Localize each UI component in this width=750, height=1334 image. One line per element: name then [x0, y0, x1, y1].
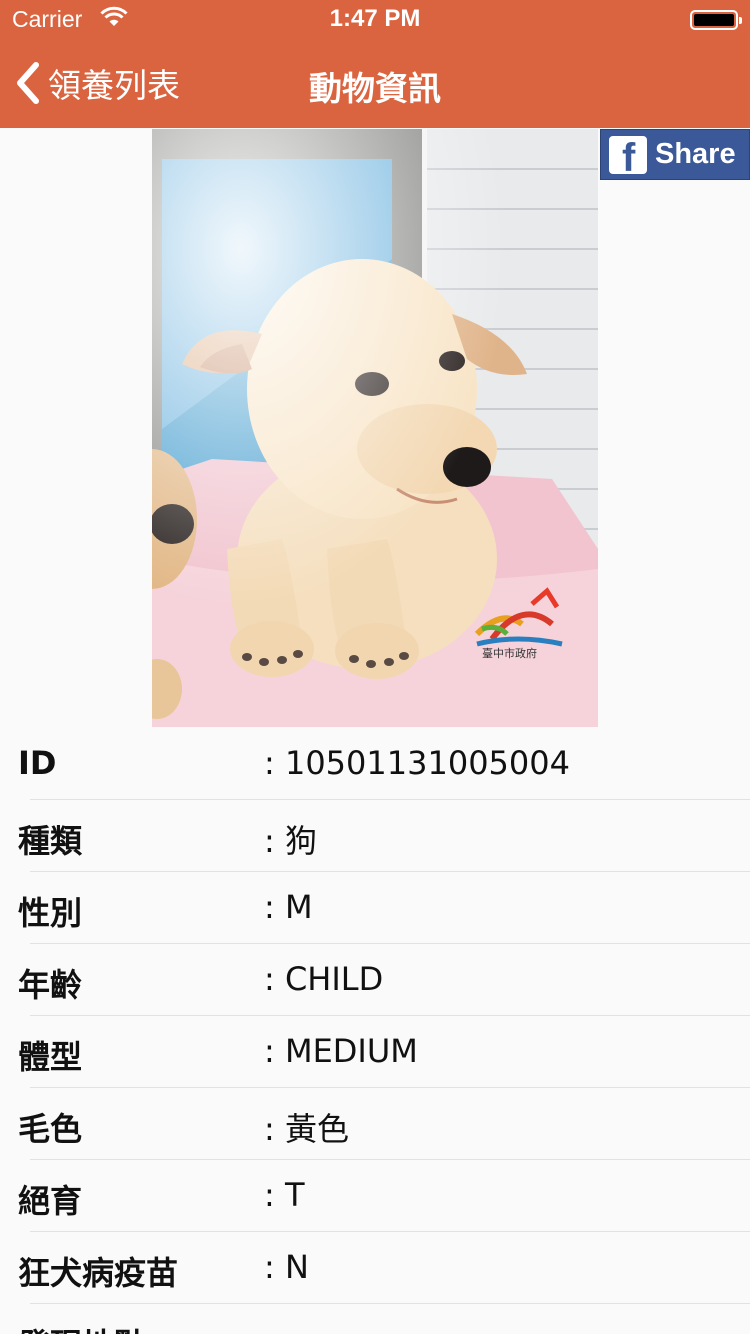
- header: Carrier 1:47 PM 領養列表 動物資訊: [0, 0, 750, 128]
- animal-photo: 臺中市政府: [152, 129, 598, 727]
- info-row-sex: 性別 : M: [0, 872, 750, 944]
- info-row-rabies-vaccine: 狂犬病疫苗 : N: [0, 1232, 750, 1304]
- info-value: : N: [264, 1248, 309, 1286]
- info-value: : MEDIUM: [264, 1032, 418, 1070]
- info-row-found-location: 發現地點: [0, 1304, 750, 1334]
- info-label: 體型: [18, 1038, 83, 1076]
- info-label: 狂犬病疫苗: [18, 1254, 179, 1292]
- photo-watermark-text: 臺中市政府: [482, 646, 537, 660]
- info-row-id: ID : 10501131005004: [0, 728, 750, 800]
- share-label: Share: [655, 138, 736, 170]
- info-label: 毛色: [18, 1110, 83, 1148]
- info-label: 發現地點: [18, 1320, 146, 1334]
- info-value: : 狗: [264, 822, 317, 860]
- info-row-species: 種類 : 狗: [0, 800, 750, 872]
- info-row-age: 年齡 : CHILD: [0, 944, 750, 1016]
- back-button-label: 領養列表: [48, 66, 180, 105]
- clock: 1:47 PM: [329, 5, 421, 32]
- back-button[interactable]: 領養列表: [12, 58, 180, 108]
- info-value: : M: [264, 888, 313, 926]
- navigation-bar: 領養列表 動物資訊: [0, 40, 750, 128]
- info-label: 種類: [18, 822, 83, 860]
- info-row-body-size: 體型 : MEDIUM: [0, 1016, 750, 1088]
- info-value: : 10501131005004: [264, 744, 570, 782]
- info-label: ID: [18, 744, 57, 782]
- info-value: : CHILD: [264, 960, 384, 998]
- info-label: 年齡: [18, 966, 83, 1004]
- facebook-share-button[interactable]: f Share: [600, 129, 750, 180]
- info-label: 絕育: [18, 1182, 83, 1220]
- info-value: : T: [264, 1176, 305, 1214]
- status-bar: Carrier 1:47 PM: [0, 0, 750, 40]
- facebook-icon: f: [609, 135, 647, 174]
- info-row-sterilized: 絕育 : T: [0, 1160, 750, 1232]
- info-row-color: 毛色 : 黃色: [0, 1088, 750, 1160]
- battery-icon: [690, 10, 742, 30]
- info-label: 性別: [18, 894, 83, 932]
- info-value: : 黃色: [264, 1110, 349, 1148]
- back-chevron-icon: [17, 62, 39, 104]
- animal-info-list: ID : 10501131005004 種類 : 狗 性別 : M 年齡 : C…: [0, 728, 750, 1334]
